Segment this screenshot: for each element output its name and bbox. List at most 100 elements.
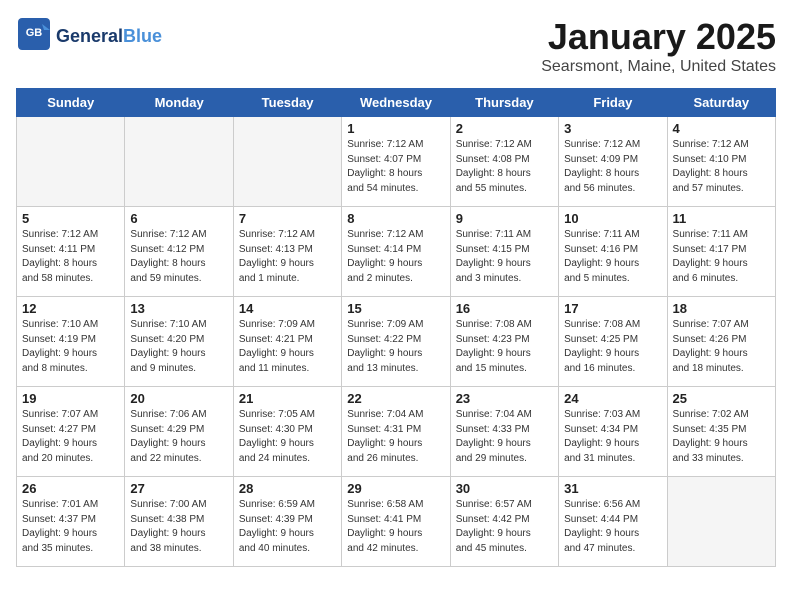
day-info: Sunrise: 7:08 AM Sunset: 4:23 PM Dayligh…: [456, 318, 553, 376]
calendar-table: SundayMondayTuesdayWednesdayThursdayFrid…: [16, 88, 776, 567]
day-number: 6: [130, 211, 227, 226]
day-of-week-header: Wednesday: [342, 89, 450, 117]
day-number: 2: [456, 121, 553, 136]
day-number: 19: [22, 391, 119, 406]
day-info: Sunrise: 7:10 AM Sunset: 4:20 PM Dayligh…: [130, 318, 227, 376]
day-number: 15: [347, 301, 444, 316]
calendar-cell: 18 Sunrise: 7:07 AM Sunset: 4:26 PM Dayli…: [667, 297, 775, 387]
day-info: Sunrise: 7:04 AM Sunset: 4:31 PM Dayligh…: [347, 408, 444, 466]
calendar-cell: 25 Sunrise: 7:02 AM Sunset: 4:35 PM Dayli…: [667, 387, 775, 477]
day-number: 29: [347, 481, 444, 496]
calendar-cell: 1Sunrise: 7:12 AM Sunset: 4:07 PM Daylig…: [342, 117, 450, 207]
calendar-cell: 22 Sunrise: 7:04 AM Sunset: 4:31 PM Dayli…: [342, 387, 450, 477]
calendar-cell: 17 Sunrise: 7:08 AM Sunset: 4:25 PM Dayli…: [559, 297, 667, 387]
calendar-cell: 3 Sunrise: 7:12 AM Sunset: 4:09 PM Daylig…: [559, 117, 667, 207]
calendar-cell: 26 Sunrise: 7:01 AM Sunset: 4:37 PM Dayli…: [17, 477, 125, 567]
day-of-week-header: Monday: [125, 89, 233, 117]
day-info: Sunrise: 7:05 AM Sunset: 4:30 PM Dayligh…: [239, 408, 336, 466]
calendar-cell: 6 Sunrise: 7:12 AM Sunset: 4:12 PM Daylig…: [125, 207, 233, 297]
day-info: Sunrise: 7:07 AM Sunset: 4:27 PM Dayligh…: [22, 408, 119, 466]
day-number: 3: [564, 121, 661, 136]
day-number: 14: [239, 301, 336, 316]
day-info: Sunrise: 6:57 AM Sunset: 4:42 PM Dayligh…: [456, 498, 553, 556]
day-info: Sunrise: 7:02 AM Sunset: 4:35 PM Dayligh…: [673, 408, 770, 466]
calendar-cell: 13 Sunrise: 7:10 AM Sunset: 4:20 PM Dayli…: [125, 297, 233, 387]
day-info: Sunrise: 7:12 AM Sunset: 4:14 PM Dayligh…: [347, 228, 444, 286]
logo-text: GeneralBlue: [56, 27, 162, 47]
day-number: 5: [22, 211, 119, 226]
day-number: 26: [22, 481, 119, 496]
day-number: 27: [130, 481, 227, 496]
calendar-cell: 16Sunrise: 7:08 AM Sunset: 4:23 PM Dayli…: [450, 297, 558, 387]
day-number: 4: [673, 121, 770, 136]
day-info: Sunrise: 7:03 AM Sunset: 4:34 PM Dayligh…: [564, 408, 661, 466]
calendar-cell: [17, 117, 125, 207]
day-number: 18: [673, 301, 770, 316]
day-info: Sunrise: 6:56 AM Sunset: 4:44 PM Dayligh…: [564, 498, 661, 556]
day-info: Sunrise: 7:01 AM Sunset: 4:37 PM Dayligh…: [22, 498, 119, 556]
day-of-week-header: Friday: [559, 89, 667, 117]
day-info: Sunrise: 7:12 AM Sunset: 4:09 PM Dayligh…: [564, 138, 661, 196]
day-info: Sunrise: 7:09 AM Sunset: 4:21 PM Dayligh…: [239, 318, 336, 376]
day-number: 13: [130, 301, 227, 316]
day-number: 11: [673, 211, 770, 226]
day-number: 21: [239, 391, 336, 406]
day-number: 22: [347, 391, 444, 406]
calendar-cell: 4 Sunrise: 7:12 AM Sunset: 4:10 PM Daylig…: [667, 117, 775, 207]
day-info: Sunrise: 6:59 AM Sunset: 4:39 PM Dayligh…: [239, 498, 336, 556]
calendar-cell: 29 Sunrise: 6:58 AM Sunset: 4:41 PM Dayli…: [342, 477, 450, 567]
day-number: 31: [564, 481, 661, 496]
day-info: Sunrise: 7:00 AM Sunset: 4:38 PM Dayligh…: [130, 498, 227, 556]
day-number: 24: [564, 391, 661, 406]
day-info: Sunrise: 7:08 AM Sunset: 4:25 PM Dayligh…: [564, 318, 661, 376]
calendar-cell: 10 Sunrise: 7:11 AM Sunset: 4:16 PM Dayli…: [559, 207, 667, 297]
day-info: Sunrise: 7:12 AM Sunset: 4:10 PM Dayligh…: [673, 138, 770, 196]
day-number: 1: [347, 121, 444, 136]
day-info: Sunrise: 7:04 AM Sunset: 4:33 PM Dayligh…: [456, 408, 553, 466]
day-number: 28: [239, 481, 336, 496]
day-info: Sunrise: 7:12 AM Sunset: 4:13 PM Dayligh…: [239, 228, 336, 286]
calendar-cell: 12Sunrise: 7:10 AM Sunset: 4:19 PM Dayli…: [17, 297, 125, 387]
day-of-week-header: Tuesday: [233, 89, 341, 117]
calendar-cell: 21 Sunrise: 7:05 AM Sunset: 4:30 PM Dayli…: [233, 387, 341, 477]
day-info: Sunrise: 7:11 AM Sunset: 4:17 PM Dayligh…: [673, 228, 770, 286]
day-number: 30: [456, 481, 553, 496]
day-info: Sunrise: 7:09 AM Sunset: 4:22 PM Dayligh…: [347, 318, 444, 376]
day-info: Sunrise: 7:12 AM Sunset: 4:11 PM Dayligh…: [22, 228, 119, 286]
logo: GB GeneralBlue: [16, 16, 162, 57]
location-subtitle: Searsmont, Maine, United States: [541, 58, 776, 76]
title-area: January 2025 Searsmont, Maine, United St…: [541, 16, 776, 76]
day-info: Sunrise: 7:11 AM Sunset: 4:15 PM Dayligh…: [456, 228, 553, 286]
calendar-cell: 20Sunrise: 7:06 AM Sunset: 4:29 PM Dayli…: [125, 387, 233, 477]
day-of-week-header: Saturday: [667, 89, 775, 117]
day-number: 10: [564, 211, 661, 226]
calendar-header-row: SundayMondayTuesdayWednesdayThursdayFrid…: [17, 89, 776, 117]
logo-icon: GB: [16, 16, 52, 57]
calendar-cell: 31 Sunrise: 6:56 AM Sunset: 4:44 PM Dayli…: [559, 477, 667, 567]
day-number: 25: [673, 391, 770, 406]
calendar-cell: 15 Sunrise: 7:09 AM Sunset: 4:22 PM Dayli…: [342, 297, 450, 387]
calendar-cell: 11 Sunrise: 7:11 AM Sunset: 4:17 PM Dayli…: [667, 207, 775, 297]
month-title: January 2025: [541, 16, 776, 58]
svg-text:GB: GB: [26, 27, 43, 39]
day-info: Sunrise: 7:12 AM Sunset: 4:12 PM Dayligh…: [130, 228, 227, 286]
calendar-week-row: 12Sunrise: 7:10 AM Sunset: 4:19 PM Dayli…: [17, 297, 776, 387]
calendar-week-row: 5 Sunrise: 7:12 AM Sunset: 4:11 PM Daylig…: [17, 207, 776, 297]
calendar-week-row: 26 Sunrise: 7:01 AM Sunset: 4:37 PM Dayli…: [17, 477, 776, 567]
calendar-cell: [125, 117, 233, 207]
day-of-week-header: Thursday: [450, 89, 558, 117]
day-info: Sunrise: 7:07 AM Sunset: 4:26 PM Dayligh…: [673, 318, 770, 376]
day-number: 20: [130, 391, 227, 406]
calendar-cell: 5 Sunrise: 7:12 AM Sunset: 4:11 PM Daylig…: [17, 207, 125, 297]
calendar-week-row: 19 Sunrise: 7:07 AM Sunset: 4:27 PM Dayli…: [17, 387, 776, 477]
day-number: 23: [456, 391, 553, 406]
calendar-cell: 23 Sunrise: 7:04 AM Sunset: 4:33 PM Dayli…: [450, 387, 558, 477]
calendar-week-row: 1Sunrise: 7:12 AM Sunset: 4:07 PM Daylig…: [17, 117, 776, 207]
day-info: Sunrise: 6:58 AM Sunset: 4:41 PM Dayligh…: [347, 498, 444, 556]
calendar-cell: 27 Sunrise: 7:00 AM Sunset: 4:38 PM Dayli…: [125, 477, 233, 567]
day-number: 17: [564, 301, 661, 316]
calendar-cell: 14 Sunrise: 7:09 AM Sunset: 4:21 PM Dayli…: [233, 297, 341, 387]
calendar-cell: 8Sunrise: 7:12 AM Sunset: 4:14 PM Daylig…: [342, 207, 450, 297]
day-info: Sunrise: 7:12 AM Sunset: 4:08 PM Dayligh…: [456, 138, 553, 196]
day-info: Sunrise: 7:11 AM Sunset: 4:16 PM Dayligh…: [564, 228, 661, 286]
